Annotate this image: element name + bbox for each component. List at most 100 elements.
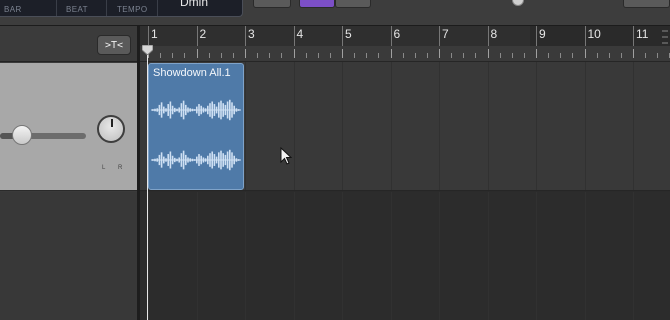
beat-tick: [220, 53, 222, 58]
toolbar-button-active[interactable]: [299, 0, 335, 8]
beat-tick: [196, 49, 198, 58]
region-name: Showdown All.1: [153, 67, 231, 79]
bar-line: [390, 26, 392, 46]
beat-tick: [463, 53, 465, 58]
beat-tick: [390, 49, 392, 58]
beat-tick: [184, 53, 186, 58]
beat-tick: [511, 53, 513, 58]
bar-line: [584, 26, 586, 46]
beat-tick: [633, 49, 634, 58]
beat-tick: [620, 53, 622, 58]
beat-tick: [305, 53, 307, 58]
bar-number: 3: [248, 27, 255, 41]
bar-line: [487, 26, 489, 46]
volume-slider-thumb[interactable]: [11, 125, 32, 145]
beat-tick: [475, 53, 477, 58]
beat-tick: [487, 49, 489, 58]
bar-line: [148, 26, 149, 46]
track-header-toolbar: >T<: [0, 26, 138, 62]
beat-tick: [451, 53, 453, 58]
grid-line: [633, 62, 634, 190]
grid-line: [439, 192, 440, 320]
waveform-baseline: [151, 109, 241, 111]
beat-tick: [354, 53, 356, 58]
pan-right-label: R: [118, 165, 123, 171]
lcd-divider: [157, 0, 158, 16]
grid-line: [245, 62, 246, 190]
grid-line: [536, 192, 537, 320]
beat-tick: [172, 53, 174, 58]
waveform-display: [151, 99, 241, 171]
bar-number: 8: [490, 27, 498, 41]
track-filter-button[interactable]: >T<: [97, 35, 131, 55]
beat-tick: [257, 53, 259, 58]
arrow-cursor-icon: [280, 147, 293, 165]
beat-tick: [293, 49, 295, 58]
grid-line: [245, 192, 246, 320]
grid-line: [536, 62, 537, 190]
bar-line: [245, 26, 246, 46]
track-header[interactable]: L R: [0, 63, 138, 191]
empty-header-area[interactable]: [0, 192, 138, 320]
grid-line: [293, 192, 295, 320]
beat-tick: [560, 53, 562, 58]
bar-line: [293, 26, 295, 46]
beat-tick: [342, 49, 343, 58]
beat-tick: [596, 53, 598, 58]
beat-tick: [548, 53, 550, 58]
bar-number: 1: [151, 27, 158, 41]
track-filter-icon: >T<: [104, 39, 124, 51]
beat-tick: [499, 53, 501, 58]
bar-line: [439, 26, 440, 46]
beat-tick: [366, 53, 368, 58]
beat-tick: [523, 53, 525, 58]
toolbar-button[interactable]: [335, 0, 371, 8]
bar-number: 4: [296, 27, 304, 41]
track-header-column: >T< L R: [0, 26, 138, 320]
toolbar-button[interactable]: [253, 0, 291, 8]
bar-line: [633, 26, 634, 46]
grid-line: [148, 192, 149, 320]
pan-knob-indicator: [111, 119, 113, 127]
grid-line: [293, 62, 295, 190]
ruler-options-icon[interactable]: [660, 28, 670, 46]
bar-line: [342, 26, 343, 46]
lcd-tempo-label: TEMPO: [117, 5, 148, 14]
beat-tick: [572, 53, 574, 58]
beat-tick: [245, 49, 246, 58]
bar-number: 7: [442, 27, 449, 41]
bar-number: 10: [587, 27, 601, 41]
lcd-display[interactable]: BAR BEAT TEMPO Dmin: [0, 0, 243, 17]
beat-ruler[interactable]: [140, 46, 670, 62]
beat-tick: [160, 53, 162, 58]
beat-tick: [439, 49, 440, 58]
control-bar: BAR BEAT TEMPO Dmin: [0, 0, 670, 26]
toolbar-button[interactable]: [623, 0, 670, 8]
beat-tick: [645, 53, 647, 58]
beat-tick: [208, 53, 210, 58]
lcd-bar-label: BAR: [4, 5, 22, 14]
playhead-marker-icon[interactable]: [142, 45, 153, 55]
audio-region[interactable]: Showdown All.1: [148, 63, 244, 190]
lcd-key-value: Dmin: [180, 0, 209, 9]
beat-tick: [281, 53, 283, 58]
bar-ruler[interactable]: 1 2 3 4 5 6 7 8 9 10 11: [140, 26, 670, 46]
bar-number: 9: [539, 27, 546, 41]
grid-line: [439, 62, 440, 190]
grid-line: [390, 62, 392, 190]
grid-line: [390, 192, 392, 320]
playhead-line[interactable]: [147, 46, 148, 320]
bar-line: [196, 26, 198, 46]
grid-line: [342, 192, 343, 320]
beat-tick: [536, 49, 537, 58]
bar-line: [536, 26, 537, 46]
lcd-beat-label: BEAT: [66, 5, 88, 14]
grid-line: [487, 62, 489, 190]
bar-number: 6: [393, 27, 401, 41]
bar-number: 5: [345, 27, 352, 41]
master-volume-knob[interactable]: [512, 0, 524, 6]
cycle-region-highlight[interactable]: [140, 26, 530, 46]
pan-knob[interactable]: [97, 115, 125, 143]
empty-track-area[interactable]: [140, 192, 670, 320]
lcd-divider: [106, 0, 107, 16]
